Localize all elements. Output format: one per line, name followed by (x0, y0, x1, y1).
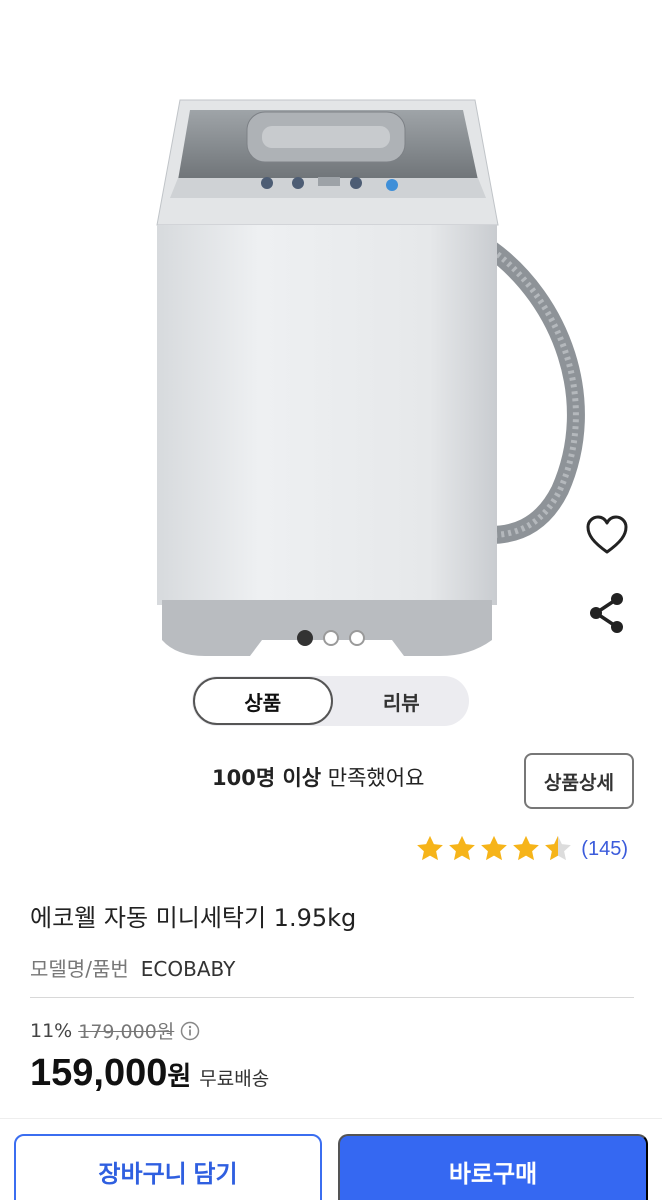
tab-product[interactable]: 상품 (193, 677, 333, 725)
review-count[interactable]: (145) (581, 838, 628, 861)
shipping-info: 무료배송 (199, 1068, 270, 1090)
tab-review[interactable]: 리뷰 (334, 676, 470, 726)
satisfaction-label: 만족했어요 (321, 766, 425, 790)
product-image[interactable] (0, 0, 662, 660)
buy-now-button[interactable]: 바로구매 (338, 1134, 648, 1200)
star-full-icon (449, 835, 476, 861)
share-icon (590, 593, 623, 633)
divider (30, 997, 634, 998)
rating[interactable]: (145) (415, 834, 628, 864)
product-title: 에코웰 자동 미니세탁기 1.95kg (30, 904, 357, 932)
gallery-pagination (0, 630, 662, 646)
pagination-dot[interactable] (297, 630, 313, 646)
star-full-icon (513, 835, 540, 861)
bottom-bar-separator (0, 1118, 662, 1119)
add-to-cart-button[interactable]: 장바구니 담기 (14, 1134, 322, 1200)
currency-unit: 원 (167, 1062, 192, 1092)
product-detail-button[interactable]: 상품상세 (524, 753, 634, 809)
star-half-icon (545, 835, 572, 861)
share-button[interactable] (582, 588, 632, 638)
model-value: ECOBABY (140, 957, 236, 981)
satisfaction-text: 100명 이상 만족했어요 (212, 762, 424, 792)
pagination-dot[interactable] (323, 630, 339, 646)
original-price: 179,000원 (78, 1021, 175, 1043)
heart-outline-icon (586, 515, 628, 554)
pagination-dot[interactable] (349, 630, 365, 646)
star-full-icon (481, 835, 508, 861)
satisfaction-count: 100명 이상 (212, 766, 322, 790)
wishlist-button[interactable] (582, 510, 632, 560)
info-icon[interactable] (180, 1021, 200, 1041)
discount-rate: 11% (30, 1019, 73, 1042)
washing-machine-illustration (156, 99, 585, 656)
discount-line: 11% 179,000원 (30, 1017, 200, 1044)
star-full-icon (417, 835, 444, 861)
sale-price: 159,000 (30, 1052, 168, 1094)
sale-price-line: 159,000 원 무료배송 (30, 1052, 269, 1095)
model-info: 모델명/품번 ECOBABY (30, 953, 235, 982)
model-label: 모델명/품번 (30, 957, 129, 981)
product-review-tabs: 상품 리뷰 (192, 676, 469, 726)
